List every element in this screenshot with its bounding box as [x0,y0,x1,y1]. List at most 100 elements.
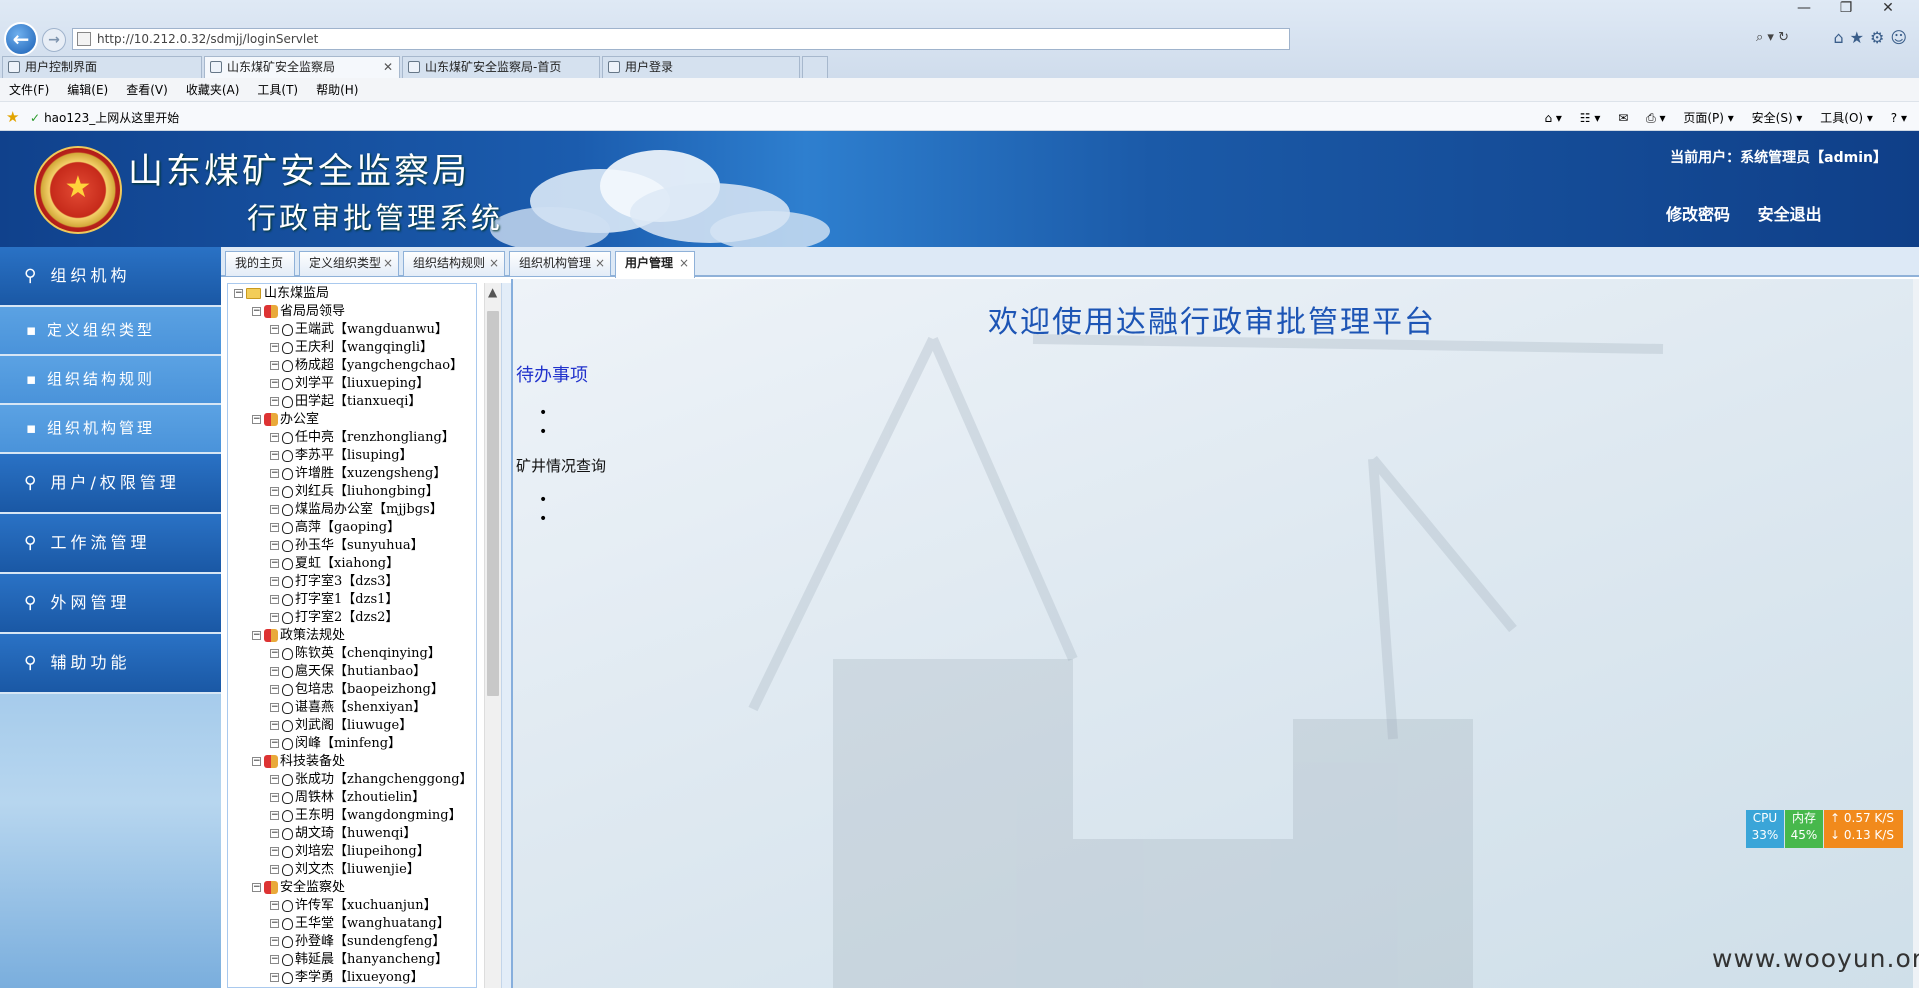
feeds-icon[interactable]: ☷ ▾ [1580,111,1601,125]
tab-close-icon[interactable]: ✕ [383,57,393,77]
tab-org-rules[interactable]: 组织结构规则 × [403,251,505,276]
sidebar-subitem-org-manage[interactable]: ▪ 组织机构管理 [0,405,221,454]
smiley-icon[interactable]: ☺ [1890,28,1913,47]
minimize-icon[interactable]: — [1783,0,1825,16]
tree-node-user[interactable]: − 王华堂【wanghuatang】 [270,915,450,933]
browser-tab-sdmj[interactable]: 山东煤矿安全监察局 ✕ [204,56,400,78]
page-menu[interactable]: 页面(P) ▾ [1683,111,1733,125]
expand-icon[interactable]: − [270,361,279,370]
sidebar-item-workflow[interactable]: ⚲ 工作流管理 [0,514,221,574]
sidebar-item-extranet[interactable]: ⚲ 外网管理 [0,574,221,634]
tree-node-user[interactable]: − 打字室1【dzs1】 [270,591,398,609]
sidebar-item-users[interactable]: ⚲ 用户/权限管理 [0,454,221,514]
tree-node-user[interactable]: − 王庆利【wangqingli】 [270,339,433,357]
tree-node-group[interactable]: − 政策法规处 [252,627,345,645]
tree-node-user[interactable]: − 韩延晨【hanyancheng】 [270,951,448,969]
refresh-icon[interactable]: ↻ [1778,30,1789,45]
tab-close-icon[interactable]: × [595,252,605,275]
tab-close-icon[interactable]: × [383,252,393,275]
expand-icon[interactable]: − [270,559,279,568]
change-password-link[interactable]: 修改密码 [1666,205,1730,224]
collapse-icon[interactable]: − [252,757,261,766]
tree-node-user[interactable]: − 打字室2【dzs2】 [270,609,398,627]
favorite-link-hao123[interactable]: ✓ hao123_上网从这里开始 [30,109,179,126]
menu-favorites[interactable]: 收藏夹(A) [177,78,249,102]
expand-icon[interactable]: − [270,829,279,838]
help-icon[interactable]: ? ▾ [1891,111,1907,125]
tree-node-user[interactable]: − 陈钦英【chenqinying】 [270,645,441,663]
expand-icon[interactable]: − [270,595,279,604]
tree-node-user[interactable]: − 刘文杰【liuwenjie】 [270,861,420,879]
tree-node-user[interactable]: − 胡文琦【huwenqi】 [270,825,416,843]
expand-icon[interactable]: − [270,613,279,622]
new-tab-button[interactable] [802,56,828,78]
expand-icon[interactable]: − [270,487,279,496]
tree-node-user[interactable]: − 田学起【tianxueqi】 [270,393,421,411]
expand-icon[interactable]: − [270,847,279,856]
mail-icon[interactable]: ✉ [1618,111,1628,125]
expand-icon[interactable]: − [270,955,279,964]
address-tools[interactable]: ⌕ ▾ ↻ [1756,30,1789,45]
tree-node-user[interactable]: − 刘培宏【liupeihong】 [270,843,430,861]
expand-icon[interactable]: − [270,865,279,874]
expand-icon[interactable]: − [270,343,279,352]
safety-menu[interactable]: 安全(S) ▾ [1752,111,1803,125]
system-monitor-widget[interactable]: CPU 33% 内存 45% ↑ 0.57 K/S ↓ 0.13 K/S [1746,810,1903,848]
expand-icon[interactable]: − [270,379,279,388]
close-icon[interactable]: ✕ [1867,0,1909,16]
expand-icon[interactable]: − [270,505,279,514]
gear-icon[interactable]: ⚙ [1870,28,1890,47]
sidebar-item-aux[interactable]: ⚲ 辅助功能 [0,634,221,694]
expand-icon[interactable]: − [270,397,279,406]
tree-node-user[interactable]: − 闵峰【minfeng】 [270,735,401,753]
print-icon[interactable]: ⎙ ▾ [1646,111,1665,125]
tab-close-icon[interactable]: × [679,252,689,275]
tab-my-home[interactable]: 我的主页 [225,251,295,276]
tree-node-user[interactable]: − 煤监局办公室【mjjbgs】 [270,501,443,519]
tree-node-user[interactable]: − 高萍【gaoping】 [270,519,400,537]
collapse-icon[interactable]: − [252,307,261,316]
browser-tab-login[interactable]: 用户登录 [602,56,800,78]
tree-node-user[interactable]: − 张成功【zhangchenggong】 [270,771,473,789]
expand-icon[interactable]: − [270,703,279,712]
tab-user-manage[interactable]: 用户管理 × [615,251,695,278]
address-bar[interactable]: http://10.212.0.32/sdmjj/loginServlet [72,28,1290,50]
expand-icon[interactable]: − [270,469,279,478]
tree-node-user[interactable]: − 刘武阁【liuwuge】 [270,717,412,735]
home-icon[interactable]: ⌂ ▾ [1544,111,1561,125]
sidebar-subitem-org-rules[interactable]: ▪ 组织结构规则 [0,356,221,405]
expand-icon[interactable]: − [270,739,279,748]
expand-icon[interactable]: − [270,523,279,532]
collapse-icon[interactable]: − [252,883,261,892]
expand-icon[interactable]: − [270,901,279,910]
tree-node-user[interactable]: − 孙登峰【sundengfeng】 [270,933,445,951]
tree-node-user[interactable]: − 李苏平【lisuping】 [270,447,413,465]
tree-node-root[interactable]: − 山东煤监局 [234,285,329,303]
menu-edit[interactable]: 编辑(E) [58,78,117,102]
favorites-star-icon[interactable]: ★ [6,108,19,126]
sidebar-item-org[interactable]: ⚲ 组织机构 [0,247,221,307]
tree-node-user[interactable]: − 刘红兵【liuhongbing】 [270,483,439,501]
tree-node-user[interactable]: − 许传军【xuchuanjun】 [270,897,437,915]
tree-node-user[interactable]: − 夏虹【xiahong】 [270,555,399,573]
expand-icon[interactable]: − [270,919,279,928]
expand-icon[interactable]: − [270,793,279,802]
tab-define-org-type[interactable]: 定义组织类型 × [299,251,399,276]
main-scrollbar[interactable] [1913,279,1919,988]
browser-tab-user-control[interactable]: 用户控制界面 [2,56,202,78]
expand-icon[interactable]: − [270,451,279,460]
tree-node-group[interactable]: − 省局局领导 [252,303,345,321]
tree-node-group[interactable]: − 办公室 [252,411,319,429]
expand-icon[interactable]: − [270,973,279,982]
tree-node-user[interactable]: − 周铁林【zhoutielin】 [270,789,425,807]
collapse-icon[interactable]: − [252,415,261,424]
back-button[interactable]: ← [4,22,38,56]
tree-node-user[interactable]: − 谌喜燕【shenxiyan】 [270,699,426,717]
expand-icon[interactable]: − [270,325,279,334]
expand-icon[interactable]: − [270,667,279,676]
collapse-icon[interactable]: − [252,631,261,640]
tree-node-user[interactable]: − 包培忠【baopeizhong】 [270,681,444,699]
menu-file[interactable]: 文件(F) [0,78,58,102]
logout-link[interactable]: 安全退出 [1758,205,1822,224]
tree-node-user[interactable]: − 打字室3【dzs3】 [270,573,398,591]
